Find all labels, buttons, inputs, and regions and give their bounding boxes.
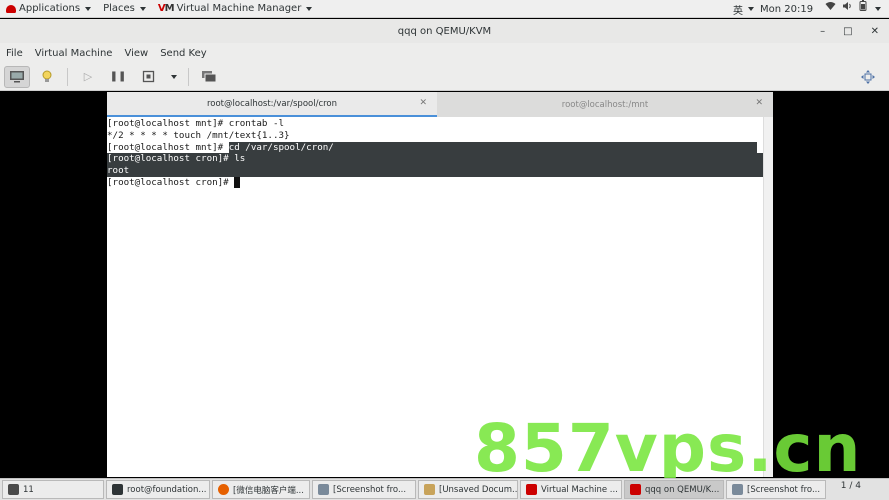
tab-label: root@localhost:/mnt xyxy=(561,99,649,110)
chevron-down-icon xyxy=(85,6,92,11)
task-label: 11 xyxy=(23,484,34,495)
image-viewer-icon xyxy=(732,484,743,495)
terminal-icon xyxy=(112,484,123,495)
tab-var-spool-cron[interactable]: root@localhost:/var/spool/cron ✕ xyxy=(107,92,437,117)
terminal-line: [root@localhost mnt]# cd /var/spool/cron… xyxy=(107,141,763,154)
app-menu-label: Virtual Machine Manager xyxy=(176,3,302,14)
lightbulb-icon xyxy=(42,70,52,82)
details-view-button[interactable] xyxy=(34,66,60,88)
menu-send-key[interactable]: Send Key xyxy=(154,48,213,59)
battery-icon xyxy=(859,0,867,18)
terminal-tabs: root@localhost:/var/spool/cron ✕ root@lo… xyxy=(107,92,773,117)
input-method-indicator[interactable]: 英 xyxy=(727,0,760,18)
close-icon[interactable]: ✕ xyxy=(871,26,879,37)
close-icon[interactable]: ✕ xyxy=(755,98,763,108)
virt-manager-icon xyxy=(526,484,537,495)
snapshots-button[interactable] xyxy=(196,66,222,88)
power-icon xyxy=(142,70,154,83)
shutdown-button[interactable] xyxy=(135,66,161,88)
wifi-icon xyxy=(825,0,836,18)
task-screenshot-1[interactable]: [Screenshot fro... xyxy=(312,480,416,499)
task-qqq-console[interactable]: qqq on QEMU/K... xyxy=(624,480,724,499)
applications-label: Applications xyxy=(19,3,81,14)
virt-manager-icon: VM xyxy=(157,3,175,14)
task-wechat[interactable]: [微信电脑客户端... xyxy=(212,480,310,499)
places-menu[interactable]: Places xyxy=(97,0,152,18)
terminal-prompt: [root@localhost cron]# xyxy=(107,176,235,188)
input-method-label: 英 xyxy=(733,5,743,17)
fullscreen-icon xyxy=(861,70,875,84)
chevron-down-icon xyxy=(139,6,146,11)
pause-button[interactable]: ❚❚ xyxy=(105,66,131,88)
places-label: Places xyxy=(103,3,135,14)
top-bar: Applications Places VM Virtual Machine M… xyxy=(0,0,889,18)
minimize-icon[interactable]: – xyxy=(820,26,825,37)
toolbar-separator xyxy=(67,67,68,86)
tab-label: root@localhost:/var/spool/cron xyxy=(206,98,338,109)
fullscreen-button[interactable] xyxy=(855,66,881,88)
pause-icon: ❚❚ xyxy=(109,71,127,82)
system-status-area[interactable] xyxy=(825,0,889,18)
workspace-pager[interactable]: 1 / 4 xyxy=(841,481,861,491)
clock-label: Mon 20:19 xyxy=(760,3,814,15)
watermark: 857vps.cn xyxy=(474,410,862,487)
image-viewer-icon xyxy=(318,484,329,495)
task-label: [Screenshot fro... xyxy=(333,484,407,495)
task-virtual-machine-manager[interactable]: Virtual Machine ... xyxy=(520,480,622,499)
monitor-icon xyxy=(10,71,24,83)
console-view-button[interactable] xyxy=(4,65,30,88)
menu-view[interactable]: View xyxy=(118,48,154,59)
terminal-line: */2 * * * * touch /mnt/text{1..3} xyxy=(107,129,290,141)
task-label: [Unsaved Docum... xyxy=(439,484,518,495)
task-unsaved-document[interactable]: [Unsaved Docum... xyxy=(418,480,518,499)
terminal-line-selected: [root@localhost cron]# ls xyxy=(107,153,763,166)
firefox-icon xyxy=(218,484,229,495)
text-editor-icon xyxy=(424,484,435,495)
taskbar: 11 root@foundation... [微信电脑客户端... [Scree… xyxy=(0,478,889,500)
toolbar: ▷ ❚❚ xyxy=(0,63,889,91)
menu-virtual-machine[interactable]: Virtual Machine xyxy=(29,48,119,59)
task-screenshot-2[interactable]: [Screenshot fro... xyxy=(726,480,826,499)
task-root-foundation[interactable]: root@foundation... xyxy=(106,480,210,499)
task-label: qqq on QEMU/K... xyxy=(645,484,720,495)
clock[interactable]: Mon 20:19 xyxy=(760,0,813,18)
terminal-icon xyxy=(8,484,19,495)
task-label: [微信电脑客户端... xyxy=(233,485,304,496)
snapshot-icon xyxy=(202,71,217,83)
chevron-down-icon xyxy=(875,7,881,11)
toolbar-separator xyxy=(188,67,189,86)
shutdown-menu-button[interactable] xyxy=(165,66,181,88)
redhat-logo-icon xyxy=(6,4,16,13)
task-workspace[interactable]: 11 xyxy=(2,480,104,499)
volume-icon xyxy=(842,0,853,18)
applications-menu[interactable]: Applications xyxy=(0,0,97,18)
terminal-line: [root@localhost mnt]# crontab -l xyxy=(107,118,285,129)
chevron-down-icon xyxy=(171,74,177,79)
text-cursor xyxy=(234,176,241,188)
chevron-down-icon xyxy=(306,6,313,11)
task-label: [Screenshot fro... xyxy=(747,484,821,495)
task-label: Virtual Machine ... xyxy=(541,484,618,495)
app-menu[interactable]: VM Virtual Machine Manager xyxy=(152,0,318,18)
window-title: qqq on QEMU/KVM xyxy=(397,25,492,37)
maximize-icon[interactable]: □ xyxy=(843,26,852,37)
window-controls: – □ ✕ xyxy=(820,19,879,43)
window-titlebar[interactable]: qqq on QEMU/KVM – □ ✕ xyxy=(0,19,889,43)
virt-manager-icon xyxy=(630,484,641,495)
run-button[interactable]: ▷ xyxy=(75,66,101,88)
close-icon[interactable]: ✕ xyxy=(419,98,427,108)
task-label: root@foundation... xyxy=(127,484,207,495)
terminal-prompt: [root@localhost mnt]# xyxy=(107,141,229,153)
chevron-down-icon xyxy=(748,7,754,11)
terminal-line-selected: root xyxy=(107,165,763,177)
menu-bar: File Virtual Machine View Send Key xyxy=(0,43,889,63)
selected-text: cd /var/spool/cron/ xyxy=(228,141,757,154)
terminal-line: [root@localhost cron]# xyxy=(107,176,763,189)
play-icon: ▷ xyxy=(83,70,93,83)
menu-file[interactable]: File xyxy=(0,48,29,59)
tab-mnt[interactable]: root@localhost:/mnt ✕ xyxy=(437,92,773,117)
